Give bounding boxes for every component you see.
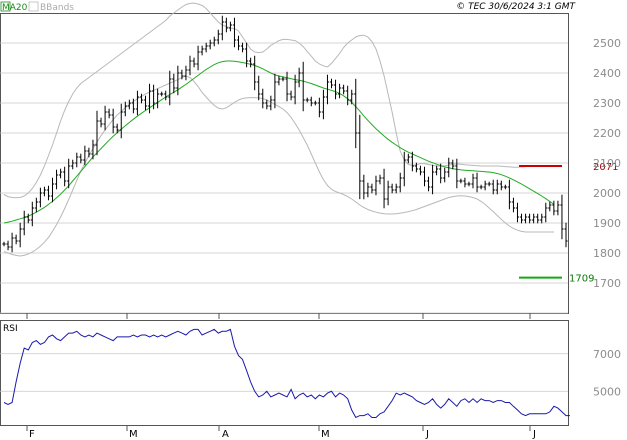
copyright-text: © TEC 30/6/2024 3:1 GMT [456,2,576,12]
time-tick-label: J [425,429,429,440]
time-tick-label: M [129,429,138,440]
price-tick-label: 2500 [593,37,621,50]
price-tick-label: 1800 [593,247,621,260]
price-tick-label: 2100 [593,157,621,170]
price-tick-label: 1900 [593,217,621,230]
price-tick-label: 1700 [593,277,621,290]
price-axis: 1700 1800 1900 2000 2100 2200 2300 2400 2500 [593,37,621,290]
price-level-label-green: 1709 [569,274,594,285]
price-tick-label: 2400 [593,67,621,80]
stock-chart: 20711709 1700180019002000210022002300240… [0,0,627,440]
time-tick-label: A [222,429,229,440]
rsi-tick-label: 5000 [593,385,621,398]
legend-ma20: MA20 [2,3,28,13]
time-tick-label: M [321,429,330,440]
price-tick-label: 2300 [593,97,621,110]
rsi-tick-label: 7000 [593,348,621,361]
time-tick-label: J [532,429,536,440]
legend-bbands: BBands [40,3,74,13]
rsi-label: RSI [3,324,18,334]
price-tick-label: 2200 [593,127,621,140]
time-tick-label: F [29,429,35,440]
price-tick-label: 2000 [593,187,621,200]
